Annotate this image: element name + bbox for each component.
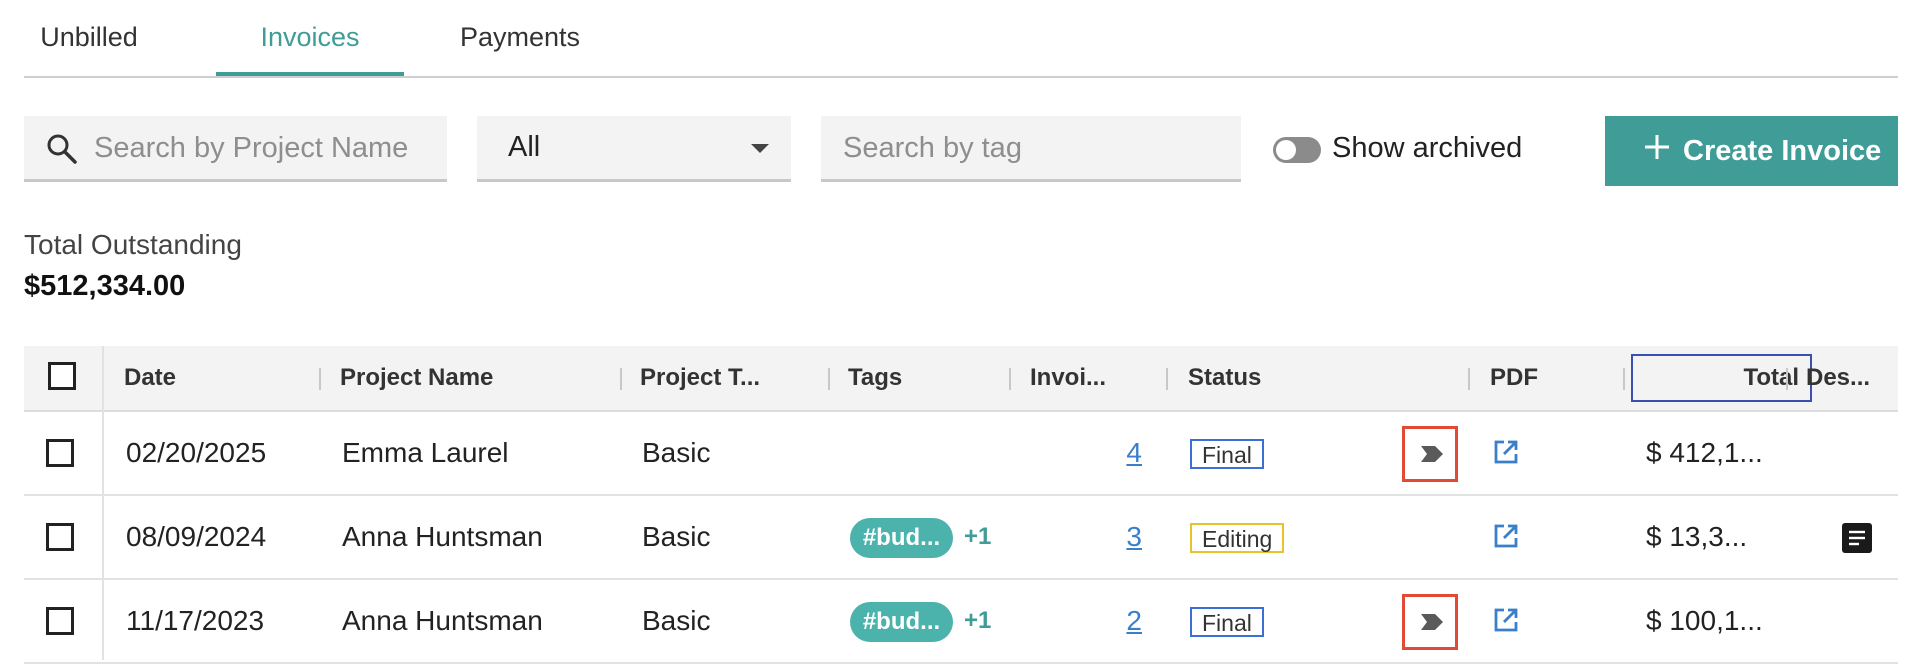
pdf-open-button[interactable] (1493, 607, 1519, 638)
row-project-type: Basic (642, 437, 711, 468)
show-archived-label: Show archived (1332, 132, 1523, 164)
row-checkbox[interactable] (46, 607, 74, 635)
table-header: Date Project Name Project T... Tags Invo… (24, 346, 1898, 412)
open-external-icon (1494, 608, 1518, 632)
status-badge: Final (1190, 439, 1264, 469)
note-icon[interactable] (1842, 523, 1872, 558)
row-invoice-link[interactable]: 4 (1024, 412, 1142, 494)
tab-unbilled[interactable]: Unbilled (24, 0, 154, 74)
filter-select[interactable]: All (477, 116, 791, 182)
header-invoice[interactable]: Invoi... (1030, 346, 1106, 410)
create-invoice-label: Create Invoice (1683, 135, 1882, 167)
row-invoice-link[interactable]: 3 (1024, 496, 1142, 578)
header-project-type[interactable]: Project T... (640, 346, 760, 410)
send-button[interactable] (1402, 426, 1458, 482)
row-date: 08/09/2024 (126, 521, 267, 552)
column-resizer[interactable] (1009, 368, 1011, 390)
header-tags[interactable]: Tags (848, 346, 902, 410)
row-total: $ 13,3... (1646, 521, 1748, 552)
plus-icon (1643, 133, 1671, 169)
table-row[interactable]: 11/17/2023 Anna Huntsman Basic #bud... +… (24, 580, 1898, 664)
more-tags[interactable]: +1 (964, 496, 991, 578)
row-date: 11/17/2023 (126, 605, 265, 636)
row-checkbox[interactable] (46, 439, 74, 467)
header-pdf[interactable]: PDF (1490, 346, 1538, 410)
status-badge: Editing (1190, 523, 1285, 553)
column-resizer[interactable] (1786, 368, 1788, 390)
row-invoice-link[interactable]: 2 (1024, 580, 1142, 662)
row-project-name: Anna Huntsman (342, 521, 543, 552)
header-status[interactable]: Status (1188, 346, 1261, 410)
search-icon (46, 133, 78, 173)
project-search-input[interactable] (92, 116, 441, 181)
column-resizer[interactable] (828, 368, 830, 390)
tag-search-input[interactable] (841, 116, 1225, 181)
table-row[interactable]: 08/09/2024 Anna Huntsman Basic #bud... +… (24, 496, 1898, 580)
column-resizer[interactable] (1623, 368, 1625, 390)
tab-bar: Unbilled Invoices Payments (24, 0, 1898, 78)
header-total[interactable]: Total (1631, 346, 1799, 410)
tag-search-field (821, 116, 1241, 182)
tag-chip[interactable]: #bud... (850, 602, 953, 642)
row-project-type: Basic (642, 605, 711, 636)
send-icon (1421, 614, 1443, 630)
status-badge: Final (1190, 607, 1264, 637)
filter-select-value: All (508, 131, 541, 163)
column-resizer[interactable] (1166, 368, 1168, 390)
pdf-open-button[interactable] (1493, 439, 1519, 470)
column-resizer[interactable] (319, 368, 321, 390)
tab-payments[interactable]: Payments (440, 0, 600, 74)
project-search-field (24, 116, 447, 182)
select-all-checkbox[interactable] (48, 362, 76, 390)
caret-down-icon (751, 144, 769, 153)
send-icon (1421, 446, 1443, 462)
column-resizer[interactable] (1468, 368, 1470, 390)
row-total: $ 100,1... (1646, 605, 1763, 636)
column-resizer[interactable] (620, 368, 622, 390)
row-project-name: Emma Laurel (342, 437, 509, 468)
row-project-name: Anna Huntsman (342, 605, 543, 636)
table-row[interactable]: 02/20/2025 Emma Laurel Basic 4 Final $ 4… (24, 412, 1898, 496)
show-archived-toggle[interactable] (1273, 137, 1321, 163)
send-button[interactable] (1402, 594, 1458, 650)
row-project-type: Basic (642, 521, 711, 552)
more-tags[interactable]: +1 (964, 580, 991, 662)
header-project-name[interactable]: Project Name (340, 346, 493, 410)
row-date: 02/20/2025 (126, 437, 267, 468)
row-total: $ 412,1... (1646, 437, 1763, 468)
row-checkbox[interactable] (46, 523, 74, 551)
total-outstanding-value: $512,334.00 (24, 270, 186, 302)
header-description[interactable]: Des... (1806, 346, 1870, 410)
open-external-icon (1494, 524, 1518, 548)
toggle-knob (1276, 140, 1296, 160)
open-external-icon (1494, 440, 1518, 464)
tag-chip[interactable]: #bud... (850, 518, 953, 558)
pdf-open-button[interactable] (1493, 523, 1519, 554)
tab-invoices[interactable]: Invoices (216, 0, 404, 76)
create-invoice-button[interactable]: Create Invoice (1605, 116, 1898, 186)
total-outstanding-label: Total Outstanding (24, 229, 242, 260)
header-date[interactable]: Date (124, 346, 176, 410)
